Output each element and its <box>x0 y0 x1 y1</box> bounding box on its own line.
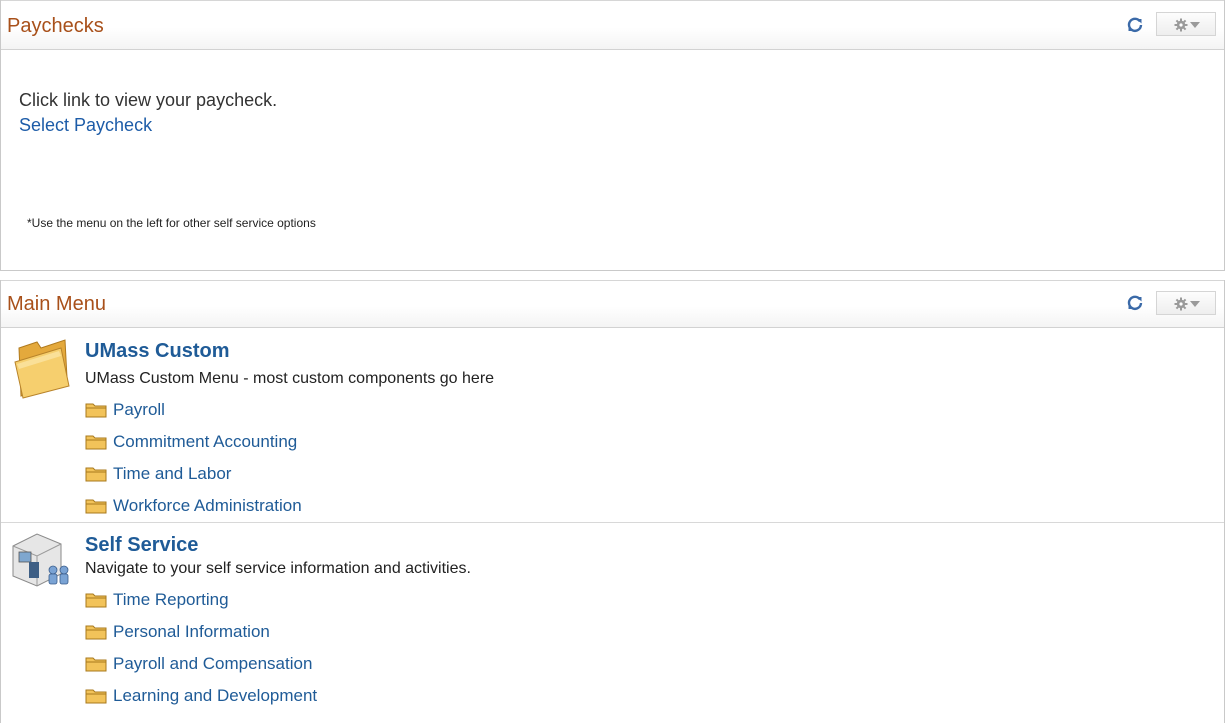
paychecks-title: Paychecks <box>7 15 104 37</box>
self-service-icon <box>12 533 69 587</box>
small-folder-icon <box>85 435 107 450</box>
menu-item-payroll[interactable]: Payroll <box>85 394 302 426</box>
main-menu-header: Main Menu <box>1 280 1224 328</box>
menu-item-time-reporting[interactable]: Time Reporting <box>85 584 317 616</box>
gear-icon <box>1174 18 1188 32</box>
main-menu-pagelet: Main Menu UMass Custom UMass Custom Menu… <box>0 280 1225 723</box>
small-folder-icon <box>85 625 107 640</box>
small-folder-icon <box>85 467 107 482</box>
menu-item-label: Time and Labor <box>113 464 232 483</box>
self-service-note: *Use the menu on the left for other self… <box>27 216 316 230</box>
gear-icon <box>1174 297 1188 311</box>
options-button[interactable] <box>1156 291 1216 315</box>
folder-icon <box>14 339 70 399</box>
small-folder-icon <box>85 657 107 672</box>
section-desc-umass-custom: UMass Custom Menu - most custom componen… <box>85 370 495 387</box>
refresh-icon[interactable] <box>1126 294 1144 312</box>
menu-section-self-service: Self Service Navigate to your self servi… <box>1 526 1224 726</box>
menu-item-commitment-accounting[interactable]: Commitment Accounting <box>85 426 302 458</box>
paycheck-instruction: Click link to view your paycheck. <box>19 90 278 110</box>
section-desc-self-service: Navigate to your self service informatio… <box>85 560 471 577</box>
paychecks-pagelet: Paychecks Click link to view your payche… <box>0 0 1225 271</box>
menu-item-label: Commitment Accounting <box>113 432 298 451</box>
paychecks-body: Click link to view your paycheck. Select… <box>1 90 1224 230</box>
section-title-self-service[interactable]: Self Service <box>85 534 198 557</box>
small-folder-icon <box>85 403 107 418</box>
menu-item-personal-information[interactable]: Personal Information <box>85 616 317 648</box>
menu-item-label: Payroll <box>113 400 165 419</box>
menu-item-label: Learning and Development <box>113 686 318 705</box>
menu-item-label: Time Reporting <box>113 590 229 609</box>
self-service-sublist: Time Reporting Personal Information Payr… <box>85 584 317 712</box>
menu-item-payroll-and-compensation[interactable]: Payroll and Compensation <box>85 648 317 680</box>
chevron-down-icon <box>1190 301 1200 307</box>
menu-item-label: Personal Information <box>113 622 270 641</box>
menu-item-time-and-labor[interactable]: Time and Labor <box>85 458 302 490</box>
main-menu-title: Main Menu <box>7 293 106 315</box>
options-button[interactable] <box>1156 12 1216 36</box>
paychecks-header: Paychecks <box>1 0 1224 50</box>
small-folder-icon <box>85 689 107 704</box>
menu-item-workforce-administration[interactable]: Workforce Administration <box>85 490 302 522</box>
section-title-umass-custom[interactable]: UMass Custom <box>85 340 229 363</box>
menu-section-umass-custom: UMass Custom UMass Custom Menu - most cu… <box>1 328 1224 523</box>
chevron-down-icon <box>1190 22 1200 28</box>
small-folder-icon <box>85 499 107 514</box>
menu-item-learning-and-development[interactable]: Learning and Development <box>85 680 317 712</box>
small-folder-icon <box>85 593 107 608</box>
menu-item-label: Workforce Administration <box>113 496 302 515</box>
umass-custom-sublist: Payroll Commitment Accounting Time and L… <box>85 394 302 522</box>
select-paycheck-link[interactable]: Select Paycheck <box>19 115 152 136</box>
menu-item-label: Payroll and Compensation <box>113 654 313 673</box>
refresh-icon[interactable] <box>1126 16 1144 34</box>
